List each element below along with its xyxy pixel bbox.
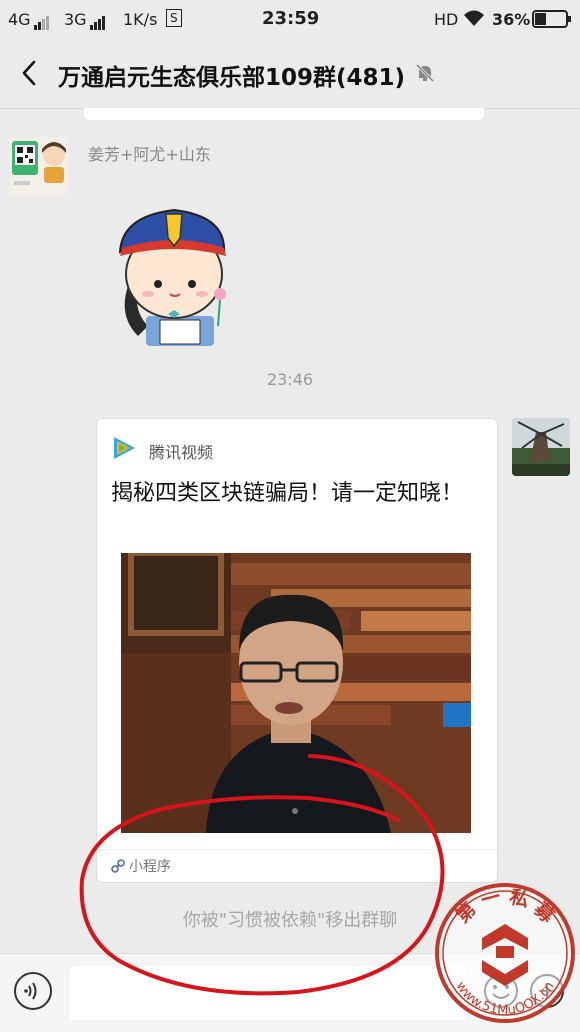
tencent-video-icon xyxy=(111,435,137,461)
sim-badge-icon: S xyxy=(166,9,182,27)
battery-icon xyxy=(532,10,572,32)
network-4g-label: 4G xyxy=(8,10,31,29)
card-source-name: 腾讯视频 xyxy=(149,443,214,462)
mute-bell-icon xyxy=(414,62,436,84)
wifi-icon xyxy=(462,8,486,32)
battery-percent: 36% xyxy=(492,10,531,29)
network-speed: 1K/s xyxy=(123,10,158,29)
emoji-icon[interactable] xyxy=(482,972,520,1010)
back-arrow-icon[interactable] xyxy=(14,56,48,90)
message-input[interactable] xyxy=(70,966,466,1020)
input-bar xyxy=(0,953,580,1032)
mini-program-icon xyxy=(111,858,125,873)
mini-program-card[interactable]: 腾讯视频 揭秘四类区块链骗局！请一定知晓！ 小程序 xyxy=(96,418,498,883)
previous-message-bubble[interactable] xyxy=(84,108,484,120)
chat-title: 万通启元生态俱乐部109群(481) xyxy=(58,65,406,91)
voice-input-icon[interactable] xyxy=(14,972,52,1010)
more-options-icon[interactable] xyxy=(528,972,566,1010)
clock: 23:59 xyxy=(262,8,320,29)
status-bar: 4G 3G 1K/s S 23:59 HD 36% xyxy=(0,0,580,38)
message-timestamp: 23:46 xyxy=(266,370,314,389)
sender-name: 姜芳+阿尤+山东 xyxy=(88,145,211,164)
signal-icon xyxy=(34,11,50,30)
card-footer: 小程序 xyxy=(97,849,497,882)
network-3g-label: 3G xyxy=(64,10,87,29)
card-headline: 揭秘四类区块链骗局！请一定知晓！ xyxy=(111,481,464,506)
sender-avatar[interactable] xyxy=(10,137,68,195)
video-thumbnail[interactable] xyxy=(121,553,471,833)
title-bar: 万通启元生态俱乐部109群(481) xyxy=(0,38,580,109)
signal-icon-2 xyxy=(90,11,106,30)
hd-label: HD xyxy=(434,10,459,29)
mini-program-label: 小程序 xyxy=(129,859,171,875)
own-avatar[interactable] xyxy=(512,418,570,476)
chat-area[interactable]: 姜芳+阿尤+山东 23:46 腾讯视频 揭秘四类区块链骗局！请一定知晓！ 小程序… xyxy=(0,108,580,953)
sticker-image[interactable] xyxy=(108,186,238,346)
system-notice: 你被"习惯被依赖"移出群聊 xyxy=(182,910,398,931)
